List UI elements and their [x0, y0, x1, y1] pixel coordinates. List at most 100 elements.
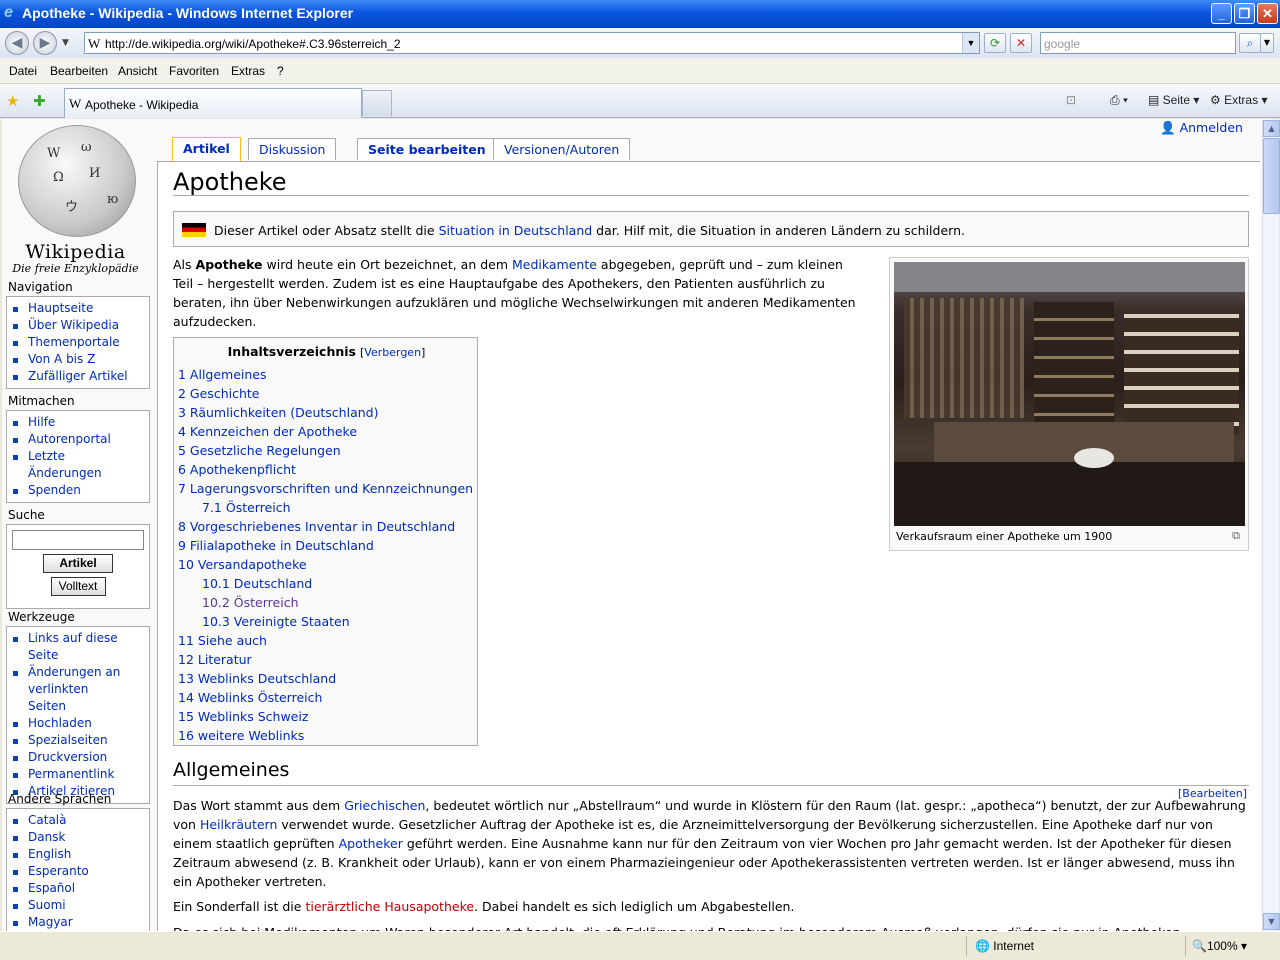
menu-favoriten[interactable]: Favoriten: [169, 64, 219, 78]
sidebar-item-spezialseiten[interactable]: Spezialseiten: [9, 732, 129, 749]
toc-link[interactable]: 6 Apothekenpflicht: [178, 462, 296, 477]
address-bar[interactable]: W http://de.wikipedia.org/wiki/Apotheke#…: [84, 32, 980, 54]
link-griechischen[interactable]: Griechischen: [344, 798, 425, 813]
toc-item[interactable]: 10 Versandapotheke: [178, 555, 473, 574]
sidebar-item-spenden[interactable]: Spenden: [9, 482, 147, 499]
sidebar-link[interactable]: Esperanto: [28, 864, 89, 878]
sidebar-link[interactable]: Hilfe: [28, 415, 55, 429]
toc-item[interactable]: 14 Weblinks Österreich: [178, 688, 473, 707]
scroll-up-arrow-icon[interactable]: ▲: [1263, 120, 1280, 137]
toc-link[interactable]: 16 weitere Weblinks: [178, 728, 304, 743]
sidebar-link[interactable]: Von A bis Z: [28, 352, 95, 366]
sidebar-link[interactable]: Hauptseite: [28, 301, 93, 315]
sidebar-link[interactable]: Druckversion: [28, 750, 107, 764]
sidebar-link[interactable]: Español: [28, 881, 75, 895]
toc-item[interactable]: 15 Weblinks Schweiz: [178, 707, 473, 726]
scroll-thumb[interactable]: [1263, 138, 1280, 214]
tab-history[interactable]: Versionen/Autoren: [493, 138, 631, 160]
tab-article[interactable]: Artikel: [172, 137, 241, 161]
toc-item[interactable]: 13 Weblinks Deutschland: [178, 669, 473, 688]
sidebar-item-lang-fi[interactable]: Suomi: [9, 897, 147, 914]
sidebar-item-lang-eo[interactable]: Esperanto: [9, 863, 147, 880]
sidebar-item-hauptseite[interactable]: Hauptseite: [9, 300, 147, 317]
toc-link[interactable]: 4 Kennzeichen der Apotheke: [178, 424, 357, 439]
toc-item[interactable]: 2 Geschichte: [178, 384, 473, 403]
add-favorite-icon[interactable]: ✚: [33, 92, 46, 110]
toc-link[interactable]: 10.3 Vereinigte Staaten: [202, 614, 350, 629]
login-label[interactable]: Anmelden: [1180, 120, 1243, 135]
tab-label[interactable]: Diskussion: [259, 142, 325, 157]
search-input[interactable]: google: [1040, 32, 1236, 54]
sidebar-item-letzte-aenderungen[interactable]: Letzte Änderungen: [9, 448, 147, 482]
zoom-level[interactable]: 🔍100% ▾: [1192, 939, 1247, 953]
toc-item[interactable]: 3 Räumlichkeiten (Deutschland): [178, 403, 473, 422]
scroll-down-arrow-icon[interactable]: ▼: [1263, 913, 1280, 930]
toc-hide-link[interactable]: Verbergen: [364, 346, 421, 359]
toc-item[interactable]: 10.2 Österreich: [178, 593, 473, 612]
wikipedia-logo[interactable]: Wω ΩИ ウю Wikipedia Die freie Enzyklopädi…: [8, 123, 143, 275]
sidebar-link[interactable]: Spezialseiten: [28, 733, 108, 747]
toc-link[interactable]: 2 Geschichte: [178, 386, 259, 401]
sidebar-link[interactable]: Änderungen an verlinkten Seiten: [28, 665, 120, 713]
minimize-button[interactable]: _: [1211, 3, 1232, 24]
sidebar-link[interactable]: Suomi: [28, 898, 66, 912]
sidebar-link[interactable]: Themenportale: [28, 335, 120, 349]
page-menu-button[interactable]: ▤ Seite ▾: [1148, 93, 1199, 107]
toc-link[interactable]: 10.1 Deutschland: [202, 576, 312, 591]
sidebar-link[interactable]: Permanentlink: [28, 767, 114, 781]
toc-link[interactable]: 7.1 Österreich: [202, 500, 291, 515]
recent-pages-dropdown-icon[interactable]: ▼: [62, 38, 69, 48]
toc-link[interactable]: 9 Filialapotheke in Deutschland: [178, 538, 374, 553]
menu-extras[interactable]: Extras: [231, 64, 265, 78]
link-tieraerztliche-hausapotheke[interactable]: tierärztliche Hausapotheke: [305, 899, 474, 914]
toc-link[interactable]: 3 Räumlichkeiten (Deutschland): [178, 405, 378, 420]
toc-item[interactable]: 7 Lagerungsvorschriften und Kennzeichnun…: [178, 479, 473, 498]
vertical-scrollbar[interactable]: ▲ ▼: [1262, 119, 1280, 931]
sidebar-item-lang-ca[interactable]: Català: [9, 812, 147, 829]
sidebar-item-aenderungen-verlinkt[interactable]: Änderungen an verlinkten Seiten: [9, 664, 129, 715]
sidebar-link[interactable]: Letzte Änderungen: [28, 449, 102, 480]
sidebar-link[interactable]: Autorenportal: [28, 432, 111, 446]
toc-link[interactable]: 5 Gesetzliche Regelungen: [178, 443, 341, 458]
toc-item[interactable]: 6 Apothekenpflicht: [178, 460, 473, 479]
stop-button[interactable]: ✕: [1010, 33, 1032, 53]
tab-edit[interactable]: Seite bearbeiten: [357, 138, 497, 160]
print-icon[interactable]: ⎙ ▾: [1110, 93, 1128, 108]
sidebar-link[interactable]: English: [28, 847, 71, 861]
tab-discussion[interactable]: Diskussion: [248, 138, 337, 160]
toc-link[interactable]: 8 Vorgeschriebenes Inventar in Deutschla…: [178, 519, 455, 534]
tab-label[interactable]: Versionen/Autoren: [504, 142, 619, 157]
toc-link[interactable]: 7 Lagerungsvorschriften und Kennzeichnun…: [178, 481, 473, 496]
sidebar-link[interactable]: Hochladen: [28, 716, 92, 730]
toc-link[interactable]: 10.2 Österreich: [202, 595, 299, 610]
sidebar-link[interactable]: Über Wikipedia: [28, 318, 119, 332]
forward-button[interactable]: ▶: [33, 31, 57, 55]
sidebar-link[interactable]: Links auf diese Seite: [28, 631, 118, 662]
sidebar-link[interactable]: Zufälliger Artikel: [28, 369, 128, 383]
toc-item[interactable]: 7.1 Österreich: [178, 498, 473, 517]
close-button[interactable]: ✕: [1257, 3, 1278, 24]
link-apotheker[interactable]: Apotheker: [339, 836, 403, 851]
sidebar-item-hilfe[interactable]: Hilfe: [9, 414, 147, 431]
notice-link[interactable]: Situation in Deutschland: [439, 223, 593, 238]
toc-item[interactable]: 10.3 Vereinigte Staaten: [178, 612, 473, 631]
browser-tab[interactable]: W Apotheke - Wikipedia: [64, 88, 362, 118]
toc-link[interactable]: 15 Weblinks Schweiz: [178, 709, 308, 724]
toc-link[interactable]: 10 Versandapotheke: [178, 557, 307, 572]
sidebar-item-zufall[interactable]: Zufälliger Artikel: [9, 368, 147, 385]
toc-item[interactable]: 9 Filialapotheke in Deutschland: [178, 536, 473, 555]
menu-bearbeiten[interactable]: Bearbeiten: [50, 64, 108, 78]
maximize-button[interactable]: ❐: [1234, 3, 1255, 24]
toc-link[interactable]: 13 Weblinks Deutschland: [178, 671, 336, 686]
toc-item[interactable]: 12 Literatur: [178, 650, 473, 669]
menu-help[interactable]: ?: [277, 64, 284, 78]
new-tab-button[interactable]: [362, 90, 392, 116]
search-options-icon[interactable]: ▼: [1260, 33, 1274, 53]
sidebar-search-input[interactable]: [12, 530, 144, 550]
back-button[interactable]: ◀: [5, 31, 29, 55]
tools-menu-button[interactable]: ⚙ Extras ▾: [1210, 93, 1267, 107]
toc-item[interactable]: 5 Gesetzliche Regelungen: [178, 441, 473, 460]
search-fulltext-button[interactable]: Volltext: [50, 577, 106, 596]
sidebar-item-autorenportal[interactable]: Autorenportal: [9, 431, 147, 448]
sidebar-item-ueber[interactable]: Über Wikipedia: [9, 317, 147, 334]
